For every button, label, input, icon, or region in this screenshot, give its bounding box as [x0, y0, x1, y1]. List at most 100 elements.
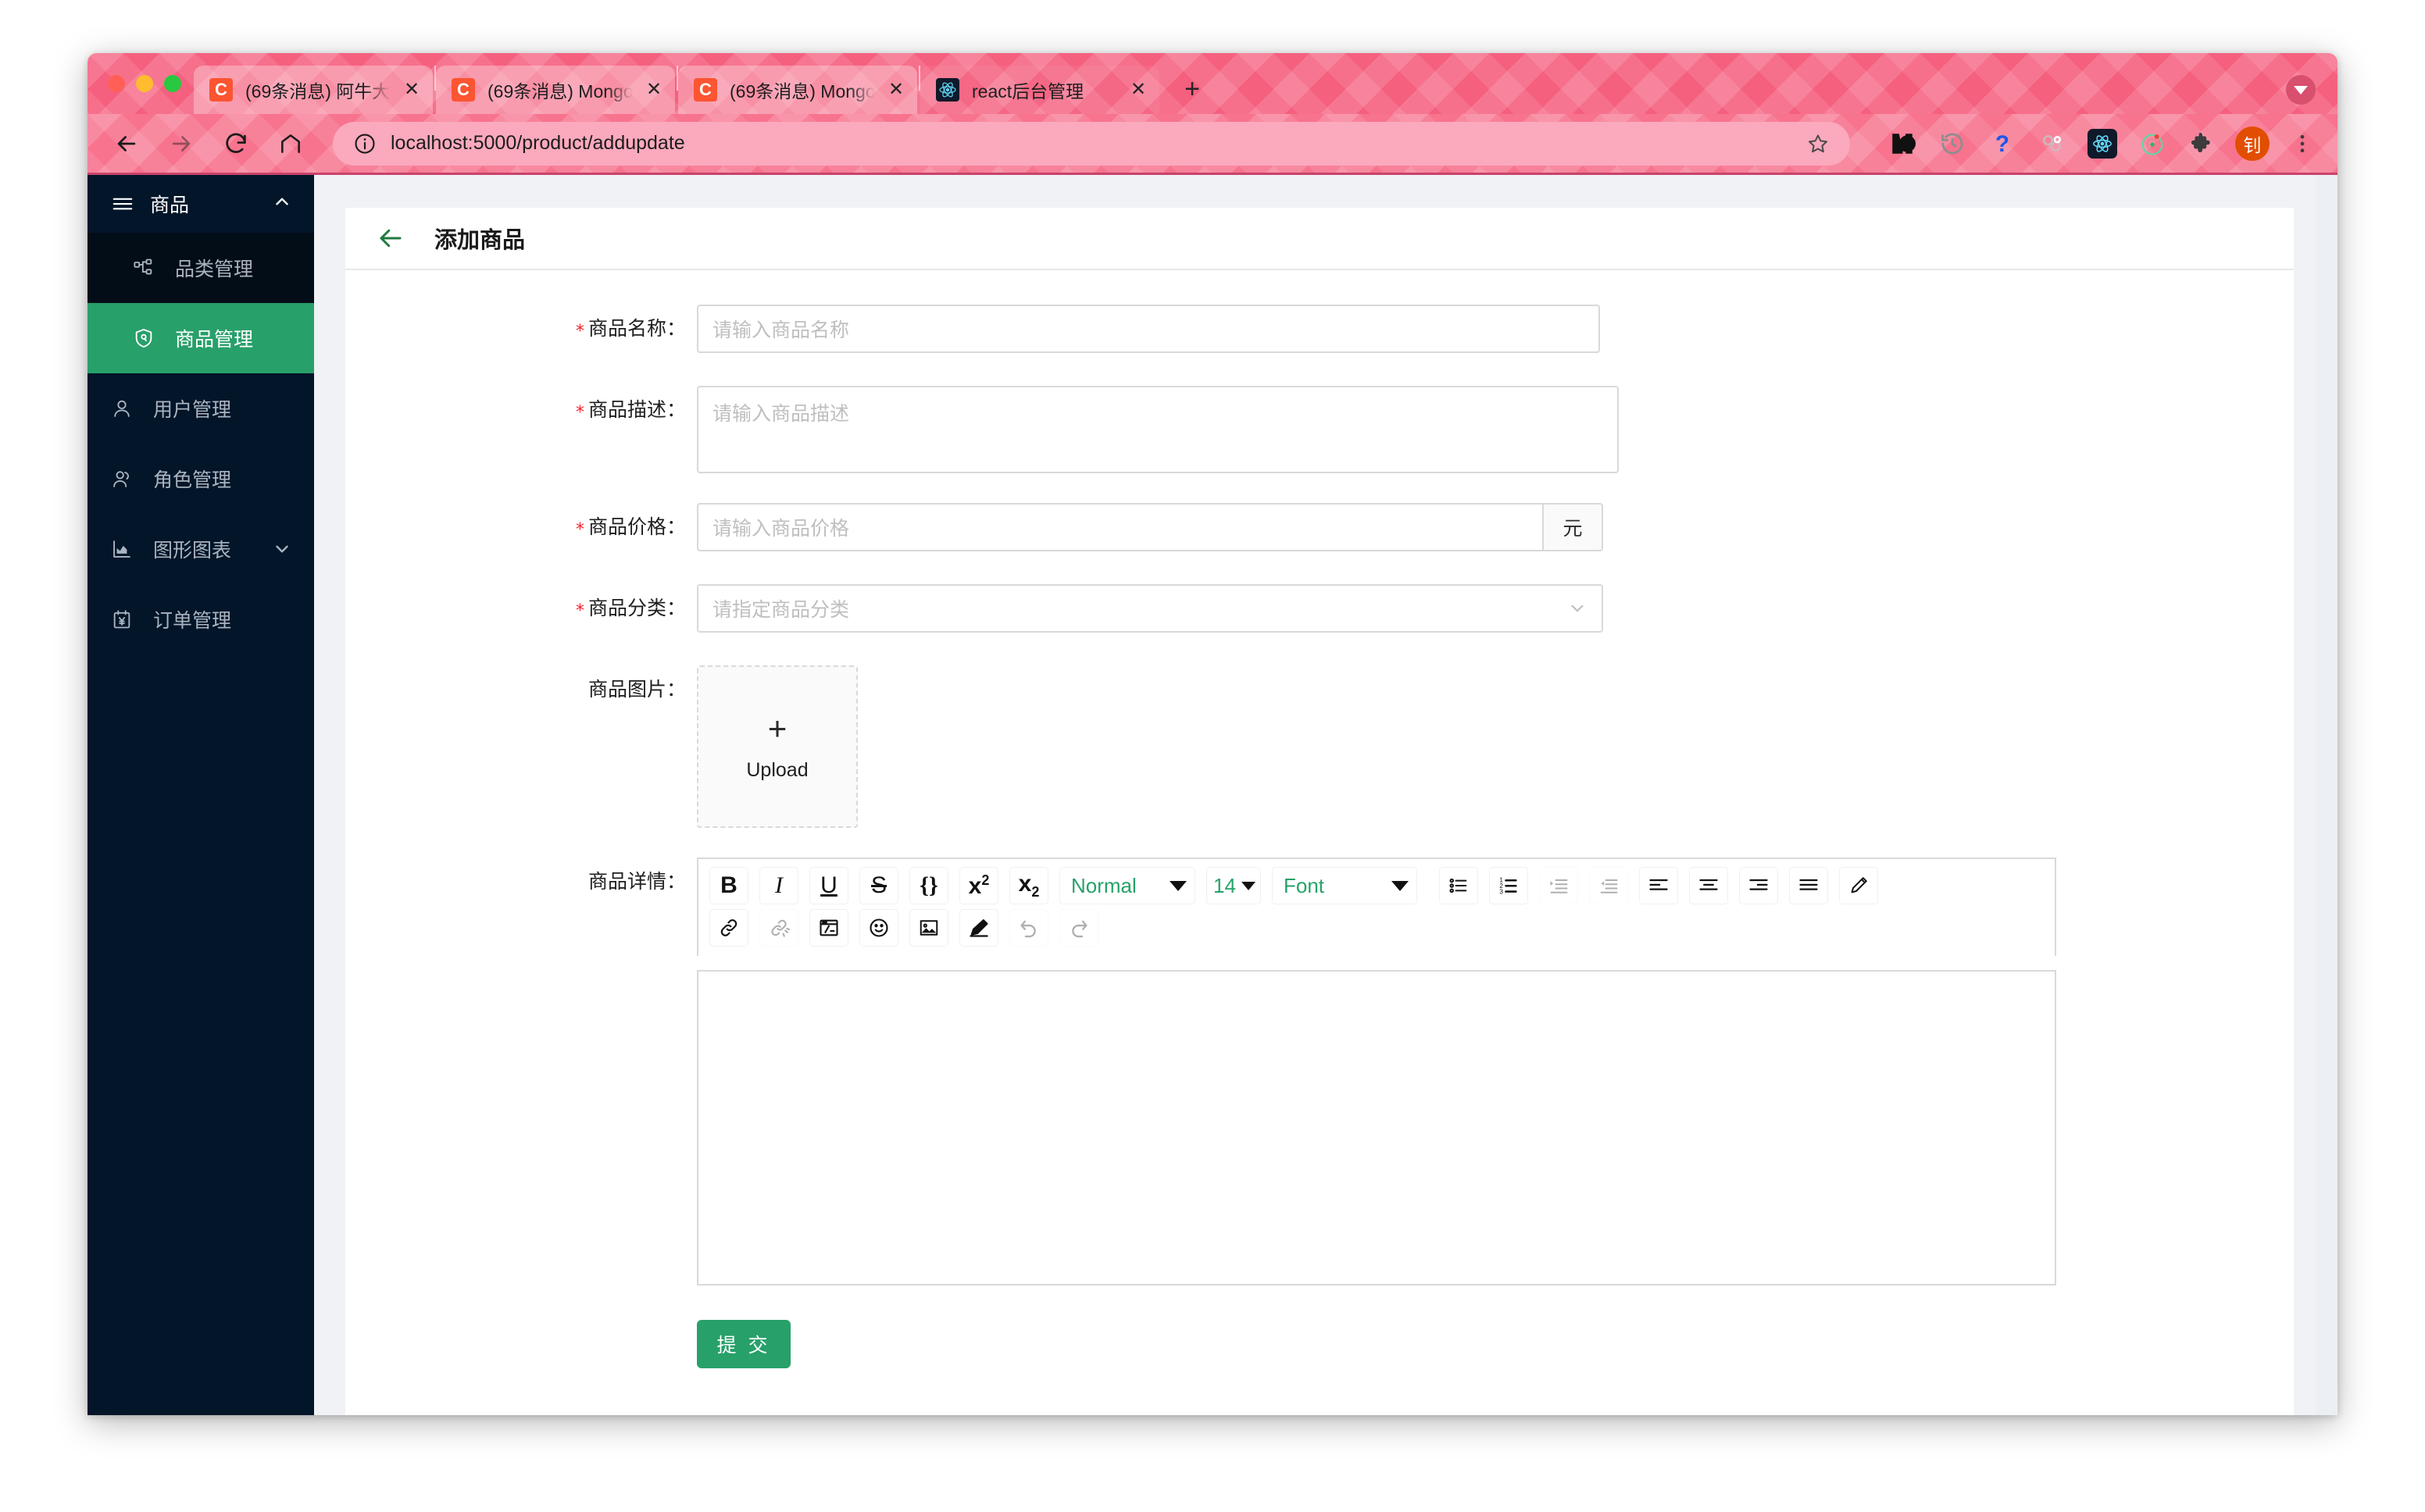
- chevron-down-icon[interactable]: [272, 539, 292, 559]
- tab-close-icon[interactable]: ✕: [398, 77, 425, 103]
- product-name-input[interactable]: 请输入商品名称: [697, 305, 1600, 353]
- pen-color-icon[interactable]: [1839, 867, 1878, 904]
- sidebar-item-charts[interactable]: 图形图表: [88, 514, 314, 584]
- profile-avatar[interactable]: [2286, 75, 2316, 105]
- underline-icon[interactable]: U: [809, 867, 848, 904]
- browser-tab[interactable]: C (69条消息) 阿牛大牛中的博客_C ✕: [194, 66, 433, 114]
- bold-icon[interactable]: B: [709, 867, 748, 904]
- product-price-input[interactable]: 请输入商品价格: [697, 503, 1542, 551]
- iframe-url-icon[interactable]: [809, 909, 848, 947]
- font-family-select[interactable]: Font: [1272, 867, 1417, 904]
- emoji-icon[interactable]: [859, 909, 898, 947]
- browser-tab-active[interactable]: react后台管理 ✕: [920, 66, 1159, 114]
- browser-tab[interactable]: C (69条消息) MongoDB_阿牛大牛 ✕: [436, 66, 675, 114]
- maximize-window-button[interactable]: [164, 75, 181, 92]
- field-product-name: 请输入商品名称: [697, 305, 1600, 353]
- align-justify-icon[interactable]: [1789, 867, 1828, 904]
- indent-decrease-icon[interactable]: [1589, 867, 1628, 904]
- sidebar-item-label: 用户管理: [153, 399, 232, 421]
- sidebar-item-users[interactable]: 用户管理: [88, 373, 314, 444]
- sidebar-group-product[interactable]: 商品: [88, 175, 314, 233]
- tab-close-icon[interactable]: ✕: [883, 77, 909, 103]
- card-header: 添加商品: [345, 208, 2294, 270]
- tab-title: (69条消息) MongoDB数据库的安: [730, 81, 875, 102]
- bookmark-star-icon[interactable]: [1806, 132, 1830, 155]
- sidebar-item-product[interactable]: 商品管理: [88, 303, 314, 373]
- align-right-icon[interactable]: [1739, 867, 1778, 904]
- header-select[interactable]: Normal: [1059, 867, 1195, 904]
- label-text: 商品描述：: [588, 399, 686, 421]
- label-product-name: * 商品名称：: [345, 305, 697, 356]
- align-left-icon[interactable]: [1639, 867, 1678, 904]
- minimize-window-button[interactable]: [136, 75, 153, 92]
- puzzle-extensions-icon[interactable]: [2184, 126, 2220, 162]
- question-help-icon[interactable]: ?: [1984, 126, 2020, 162]
- product-category-select[interactable]: 请指定商品分类: [697, 584, 1603, 633]
- link-icon[interactable]: [709, 909, 748, 947]
- submit-button[interactable]: 提 交: [697, 1320, 791, 1368]
- subscript-icon[interactable]: x2: [1009, 867, 1048, 904]
- site-info-icon[interactable]: [353, 132, 377, 155]
- shield-icon: [133, 327, 159, 349]
- sidebar-item-orders[interactable]: 订单管理: [88, 584, 314, 654]
- plus-icon: +: [767, 709, 788, 747]
- address-bar[interactable]: localhost:5000/product/addupdate: [333, 121, 1850, 166]
- italic-icon[interactable]: I: [759, 867, 798, 904]
- required-mark: *: [575, 520, 584, 540]
- dingtalk-icon[interactable]: 钊: [2234, 126, 2270, 162]
- sidebar-item-category[interactable]: 品类管理: [88, 233, 314, 303]
- csdn-icon: C: [694, 78, 717, 102]
- svg-text:?: ?: [1995, 130, 2009, 156]
- chevron-up-icon[interactable]: [272, 191, 292, 217]
- home-icon[interactable]: [270, 123, 311, 164]
- paperclip-rings-icon[interactable]: [2034, 126, 2070, 162]
- align-center-icon[interactable]: [1689, 867, 1728, 904]
- forward-arrow-icon[interactable]: [161, 123, 202, 164]
- sidebar-item-roles[interactable]: 角色管理: [88, 444, 314, 514]
- required-mark: *: [575, 403, 584, 423]
- target-record-icon[interactable]: [2134, 126, 2170, 162]
- new-tab-button[interactable]: +: [1172, 69, 1212, 109]
- code-block-icon[interactable]: {}: [909, 867, 948, 904]
- history-restore-icon[interactable]: [1934, 126, 1970, 162]
- content-column: 添加商品 * 商品名称： 请输入商品名称 * 商品描述： 请输入商品描述 * 商…: [314, 175, 2338, 1415]
- redo-icon[interactable]: [1059, 909, 1098, 947]
- indent-increase-icon[interactable]: [1539, 867, 1578, 904]
- field-product-category: 请指定商品分类: [697, 584, 1603, 633]
- select-value: 请指定商品分类: [712, 599, 850, 621]
- vd-downloader-icon[interactable]: [1884, 126, 1920, 162]
- field-product-image: + Upload: [697, 665, 858, 828]
- clean-format-icon[interactable]: [959, 909, 998, 947]
- ordered-list-icon[interactable]: 123: [1489, 867, 1528, 904]
- close-window-button[interactable]: [108, 75, 125, 92]
- chevron-down-icon: [1170, 880, 1187, 891]
- insert-image-icon[interactable]: [909, 909, 948, 947]
- back-arrow-icon[interactable]: [106, 123, 147, 164]
- tab-close-icon[interactable]: ✕: [641, 77, 667, 103]
- tab-close-icon[interactable]: ✕: [1125, 77, 1152, 103]
- reload-icon[interactable]: [216, 123, 256, 164]
- label-text: 商品分类：: [588, 597, 686, 619]
- page-scrollbar[interactable]: [2316, 175, 2338, 1415]
- label-product-desc: * 商品描述：: [345, 386, 697, 437]
- form-row-name: * 商品名称： 请输入商品名称: [345, 305, 2294, 356]
- superscript-icon[interactable]: x2: [959, 867, 998, 904]
- bullet-list-icon[interactable]: [1439, 867, 1478, 904]
- react-devtools-icon[interactable]: [2084, 126, 2120, 162]
- unlink-icon[interactable]: [759, 909, 798, 947]
- font-size-select[interactable]: 14: [1206, 867, 1261, 904]
- toolbar-row-1: B I U S {} x2 x2 Normal 14 Font 1 2 3: [709, 867, 2044, 904]
- undo-icon[interactable]: [1009, 909, 1048, 947]
- sidebar-item-label: 角色管理: [153, 469, 232, 491]
- yuan-calendar-icon: [111, 608, 138, 630]
- rich-text-editor-body[interactable]: [697, 970, 2056, 1286]
- kebab-menu-icon[interactable]: [2284, 126, 2320, 162]
- product-desc-textarea[interactable]: 请输入商品描述: [697, 386, 1619, 473]
- label-text: 商品名称：: [588, 318, 686, 340]
- image-upload-dropzone[interactable]: + Upload: [697, 665, 858, 828]
- page-title: 添加商品: [434, 228, 526, 253]
- strike-icon[interactable]: S: [859, 867, 898, 904]
- back-arrow-icon[interactable]: [377, 224, 405, 252]
- form-row-desc: * 商品描述： 请输入商品描述: [345, 386, 2294, 473]
- browser-tab[interactable]: C (69条消息) MongoDB数据库的安 ✕: [678, 66, 917, 114]
